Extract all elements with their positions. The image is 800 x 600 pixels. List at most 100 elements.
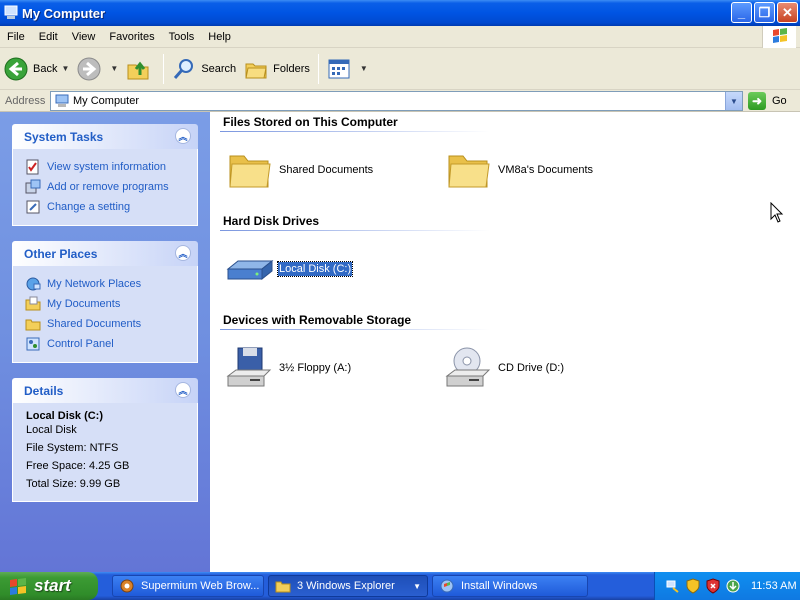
my-computer-icon <box>4 5 18 21</box>
back-dropdown-icon[interactable]: ▼ <box>61 64 69 73</box>
clock[interactable]: 11:53 AM <box>751 580 797 592</box>
sidebar-item-add-remove-programs[interactable]: Add or remove programs <box>25 177 197 197</box>
menu-tools[interactable]: Tools <box>162 27 202 47</box>
details-header[interactable]: Details ︽ <box>12 378 198 403</box>
sidebar-item-my-documents[interactable]: My Documents <box>25 294 197 314</box>
address-bar: Address My Computer ▼ ➜ Go <box>0 90 800 112</box>
forward-dropdown-icon[interactable]: ▼ <box>110 64 118 73</box>
menu-help[interactable]: Help <box>201 27 238 47</box>
item-label: 3½ Floppy (A:) <box>279 362 352 374</box>
system-tasks-header[interactable]: System Tasks ︽ <box>12 124 198 149</box>
cd-drive-icon <box>445 346 493 390</box>
maximize-button[interactable]: ❐ <box>754 2 775 23</box>
file-view[interactable]: Files Stored on This Computer Shared Doc… <box>210 112 800 572</box>
collapse-icon[interactable]: ︽ <box>175 382 191 398</box>
taskbar: start Supermium Web Brow... 3 Windows Ex… <box>0 572 800 600</box>
other-places-header[interactable]: Other Places ︽ <box>12 241 198 266</box>
sidebar-item-label: Change a setting <box>47 201 131 213</box>
network-places-icon <box>25 276 41 292</box>
search-label: Search <box>201 62 237 75</box>
floppy-a-item[interactable]: 3½ Floppy (A:) <box>226 346 352 390</box>
section-divider <box>220 131 490 132</box>
system-tasks-title: System Tasks <box>24 129 104 144</box>
sidebar-item-view-system-information[interactable]: View system information <box>25 157 197 177</box>
back-label: Back <box>33 62 58 75</box>
setup-icon <box>439 578 455 594</box>
collapse-icon[interactable]: ︽ <box>175 245 191 261</box>
mouse-pointer-icon <box>770 201 784 224</box>
start-button[interactable]: start <box>0 572 98 600</box>
menu-bar: File Edit View Favorites Tools Help <box>0 26 800 48</box>
updates-icon[interactable] <box>725 578 741 594</box>
forward-button[interactable]: ▼ <box>73 52 122 86</box>
restore-icon: ❐ <box>758 4 771 20</box>
sidebar-item-my-network-places[interactable]: My Network Places <box>25 274 197 294</box>
taskbar-item-install-windows[interactable]: Install Windows <box>432 575 588 597</box>
search-icon <box>172 57 196 81</box>
folder-up-icon <box>126 57 150 81</box>
my-computer-icon <box>55 94 69 108</box>
sidebar-item-label: My Documents <box>47 298 121 310</box>
local-disk-c-item[interactable]: Local Disk (C:) <box>226 247 354 291</box>
title-bar[interactable]: My Computer _ ❐ ✕ <box>0 0 800 26</box>
item-label: Shared Documents <box>279 164 374 176</box>
address-input[interactable]: My Computer ▼ <box>50 91 743 111</box>
views-dropdown-icon[interactable]: ▼ <box>360 64 368 73</box>
item-label: VM8a's Documents <box>498 164 594 176</box>
security-shield-icon[interactable] <box>685 578 701 594</box>
toolbar-separator <box>317 53 319 84</box>
address-dropdown-icon[interactable]: ▼ <box>725 92 742 110</box>
back-button[interactable]: Back ▼ <box>0 52 73 86</box>
taskbar-item-label: 3 Windows Explorer <box>297 580 395 592</box>
sidebar-item-label: Add or remove programs <box>47 181 169 193</box>
vm8a-documents-item[interactable]: VM8a's Documents <box>445 148 594 192</box>
section-title: Devices with Removable Storage <box>223 313 412 327</box>
control-panel-icon <box>25 199 41 215</box>
up-button[interactable] <box>122 52 159 86</box>
folders-button[interactable]: Folders <box>240 52 314 86</box>
system-info-icon <box>25 159 41 175</box>
address-label: Address <box>5 94 46 107</box>
cd-drive-d-item[interactable]: CD Drive (D:) <box>445 346 565 390</box>
sidebar-item-change-setting[interactable]: Change a setting <box>25 197 197 217</box>
taskbar-item-supermium[interactable]: Supermium Web Brow... <box>112 575 264 597</box>
details-free-space: Free Space: 4.25 GB <box>26 460 130 472</box>
system-tasks-panel: System Tasks ︽ View system information A… <box>12 124 198 226</box>
minimize-button[interactable]: _ <box>731 2 752 23</box>
security-alert-icon[interactable] <box>705 578 721 594</box>
menu-favorites[interactable]: Favorites <box>102 27 161 47</box>
item-label: CD Drive (D:) <box>498 362 564 374</box>
go-label: Go <box>772 95 787 107</box>
sidebar-item-shared-documents[interactable]: Shared Documents <box>25 314 197 334</box>
other-places-title: Other Places <box>24 246 98 261</box>
back-arrow-icon <box>4 57 28 81</box>
views-button[interactable]: ▼ <box>323 52 372 86</box>
taskbar-item-windows-explorer[interactable]: 3 Windows Explorer ▼ <box>268 575 428 597</box>
sidebar-item-control-panel[interactable]: Control Panel <box>25 334 197 354</box>
menu-view[interactable]: View <box>65 27 103 47</box>
sidebar-item-label: My Network Places <box>47 278 142 290</box>
shared-documents-item[interactable]: Shared Documents <box>226 148 374 192</box>
network-tray-icon[interactable] <box>665 578 681 594</box>
section-removable-storage: Devices with Removable Storage <box>220 313 490 330</box>
search-button[interactable]: Search <box>168 52 240 86</box>
go-arrow-icon: ➜ <box>748 92 766 110</box>
other-places-panel: Other Places ︽ My Network Places My Docu… <box>12 241 198 363</box>
windows-logo-icon <box>762 26 796 48</box>
section-hard-disk-drives: Hard Disk Drives <box>220 214 490 231</box>
go-button[interactable]: ➜ Go <box>748 91 787 111</box>
taskbar-item-label: Install Windows <box>461 580 538 592</box>
menu-file[interactable]: File <box>0 27 32 47</box>
section-divider <box>220 329 490 330</box>
menu-edit[interactable]: Edit <box>32 27 65 47</box>
group-dropdown-icon[interactable]: ▼ <box>413 582 421 591</box>
taskbar-item-label: Supermium Web Brow... <box>141 580 260 592</box>
details-panel: Details ︽ Local Disk (C:) Local Disk Fil… <box>12 378 198 502</box>
collapse-icon[interactable]: ︽ <box>175 128 191 144</box>
address-value: My Computer <box>73 95 140 107</box>
toolbar-separator <box>163 53 165 84</box>
views-icon <box>327 57 351 81</box>
start-label: start <box>34 576 71 595</box>
close-button[interactable]: ✕ <box>777 2 798 23</box>
sidebar-item-label: Shared Documents <box>47 318 142 330</box>
